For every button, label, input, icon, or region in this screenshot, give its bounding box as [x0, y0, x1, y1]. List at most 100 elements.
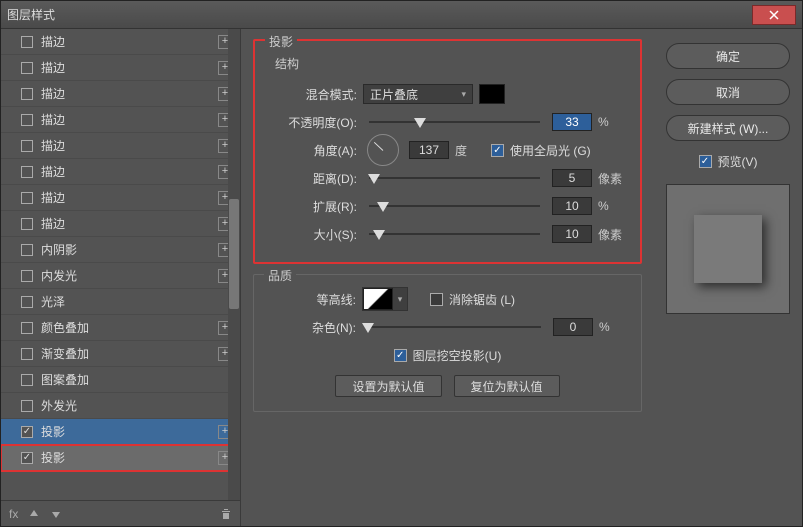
sidebar-item[interactable]: 渐变叠加+	[1, 341, 240, 367]
angle-dial[interactable]	[367, 134, 399, 166]
sidebar-item[interactable]: 投影+	[1, 419, 240, 445]
noise-label: 杂色(N):	[266, 319, 356, 336]
sidebar-item[interactable]: 内发光+	[1, 263, 240, 289]
reset-default-button[interactable]: 复位为默认值	[454, 375, 560, 397]
size-slider[interactable]	[369, 226, 540, 242]
effect-checkbox[interactable]	[21, 62, 33, 74]
sidebar-item-label: 光泽	[41, 293, 232, 310]
sidebar-item[interactable]: 外发光	[1, 393, 240, 419]
distance-input[interactable]: 5	[552, 169, 592, 187]
global-light-checkbox[interactable]	[491, 144, 504, 157]
effect-checkbox[interactable]	[21, 374, 33, 386]
sidebar-item-label: 描边	[41, 137, 218, 154]
knockout-checkbox[interactable]	[394, 349, 407, 362]
quality-group: 品质 等高线: ▾ 消除锯齿 (L) 杂色(N): 0 %	[253, 274, 642, 412]
noise-input[interactable]: 0	[553, 318, 593, 336]
shadow-color-swatch[interactable]	[479, 84, 505, 104]
effect-checkbox[interactable]	[21, 192, 33, 204]
sidebar-item[interactable]: 描边+	[1, 107, 240, 133]
sidebar-item-label: 描边	[41, 111, 218, 128]
effect-checkbox[interactable]	[21, 218, 33, 230]
noise-unit: %	[599, 320, 629, 334]
size-unit: 像素	[598, 226, 628, 243]
sidebar-item[interactable]: 描边+	[1, 29, 240, 55]
effect-checkbox[interactable]	[21, 114, 33, 126]
sidebar-item[interactable]: 描边+	[1, 185, 240, 211]
size-input[interactable]: 10	[552, 225, 592, 243]
cancel-button[interactable]: 取消	[666, 79, 790, 105]
contour-picker[interactable]: ▾	[362, 287, 408, 311]
action-panel: 确定 取消 新建样式 (W)... 预览(V)	[654, 29, 802, 526]
contour-thumbnail	[363, 288, 393, 310]
arrow-down-icon[interactable]	[50, 508, 62, 520]
scrollbar[interactable]	[228, 29, 240, 500]
knockout-label: 图层挖空投影(U)	[413, 347, 502, 364]
effect-checkbox[interactable]	[21, 296, 33, 308]
sidebar-item[interactable]: 描边+	[1, 55, 240, 81]
sidebar-item-label: 颜色叠加	[41, 319, 218, 336]
global-light-label: 使用全局光 (G)	[510, 142, 591, 159]
effect-checkbox[interactable]	[21, 452, 33, 464]
effect-checkbox[interactable]	[21, 270, 33, 282]
titlebar: 图层样式	[1, 1, 802, 29]
sidebar-item[interactable]: 描边+	[1, 211, 240, 237]
group-title-shadow: 投影	[265, 33, 297, 50]
scrollbar-thumb[interactable]	[229, 199, 239, 309]
structure-group: 投影 结构 混合模式: 正片叠底 ▾ 不透明度(O): 33 %	[253, 39, 642, 264]
sidebar-item-label: 描边	[41, 163, 218, 180]
spread-input[interactable]: 10	[552, 197, 592, 215]
layer-style-dialog: 图层样式 描边+描边+描边+描边+描边+描边+描边+描边+内阴影+内发光+光泽颜…	[0, 0, 803, 527]
sidebar-item[interactable]: 图案叠加	[1, 367, 240, 393]
arrow-up-icon[interactable]	[28, 508, 40, 520]
effect-checkbox[interactable]	[21, 244, 33, 256]
new-style-button[interactable]: 新建样式 (W)...	[666, 115, 790, 141]
angle-unit: 度	[455, 142, 485, 159]
effect-checkbox[interactable]	[21, 426, 33, 438]
blend-mode-label: 混合模式:	[267, 86, 357, 103]
structure-label: 结构	[275, 55, 628, 72]
fx-label[interactable]: fx	[9, 507, 18, 521]
effect-checkbox[interactable]	[21, 140, 33, 152]
opacity-input[interactable]: 33	[552, 113, 592, 131]
effect-checkbox[interactable]	[21, 36, 33, 48]
quality-label: 品质	[264, 267, 296, 284]
sidebar-item[interactable]: 描边+	[1, 159, 240, 185]
sidebar-item-label: 描边	[41, 85, 218, 102]
spread-label: 扩展(R):	[267, 198, 357, 215]
effect-checkbox[interactable]	[21, 400, 33, 412]
effect-checkbox[interactable]	[21, 166, 33, 178]
sidebar-item-label: 外发光	[41, 397, 232, 414]
angle-input[interactable]: 137	[409, 141, 449, 159]
distance-label: 距离(D):	[267, 170, 357, 187]
settings-panel: 投影 结构 混合模式: 正片叠底 ▾ 不透明度(O): 33 %	[241, 29, 654, 526]
close-button[interactable]	[752, 5, 796, 25]
spread-slider[interactable]	[369, 198, 540, 214]
sidebar-footer: fx	[1, 500, 240, 526]
sidebar-item[interactable]: 光泽	[1, 289, 240, 315]
sidebar-item-label: 描边	[41, 33, 218, 50]
noise-slider[interactable]	[368, 319, 541, 335]
sidebar-item-label: 内阴影	[41, 241, 218, 258]
sidebar-item[interactable]: 描边+	[1, 81, 240, 107]
sidebar-item-label: 投影	[41, 449, 218, 466]
contour-label: 等高线:	[266, 291, 356, 308]
ok-button[interactable]: 确定	[666, 43, 790, 69]
antialias-checkbox[interactable]	[430, 293, 443, 306]
opacity-slider[interactable]	[369, 114, 540, 130]
sidebar-item[interactable]: 描边+	[1, 133, 240, 159]
sidebar-item-label: 描边	[41, 189, 218, 206]
effect-checkbox[interactable]	[21, 348, 33, 360]
distance-unit: 像素	[598, 170, 628, 187]
trash-icon[interactable]	[220, 508, 232, 520]
sidebar-item[interactable]: 投影+	[1, 445, 240, 471]
preview-checkbox[interactable]	[699, 155, 712, 168]
blend-mode-select[interactable]: 正片叠底 ▾	[363, 84, 473, 104]
distance-slider[interactable]	[369, 170, 540, 186]
angle-label: 角度(A):	[267, 142, 357, 159]
sidebar-item-label: 投影	[41, 423, 218, 440]
sidebar-item[interactable]: 内阴影+	[1, 237, 240, 263]
set-default-button[interactable]: 设置为默认值	[335, 375, 441, 397]
sidebar-item[interactable]: 颜色叠加+	[1, 315, 240, 341]
effect-checkbox[interactable]	[21, 322, 33, 334]
effect-checkbox[interactable]	[21, 88, 33, 100]
